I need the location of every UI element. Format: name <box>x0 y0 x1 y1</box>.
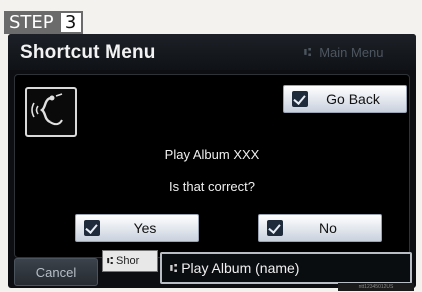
screen-header: Shortcut Menu ⑆ Main Menu <box>8 34 416 70</box>
yes-button[interactable]: Yes <box>75 214 199 242</box>
checkmark-icon <box>84 220 100 236</box>
shortcut-icon: ⑆ <box>107 255 113 267</box>
shortcut-tab-label: Shor <box>116 255 140 267</box>
step-label: STEP 3 <box>4 11 83 34</box>
shortcut-icon: ⑆ <box>170 261 178 275</box>
question-text: Is that correct? <box>169 179 255 194</box>
checkmark-icon <box>292 91 308 107</box>
step-number: 3 <box>58 11 83 34</box>
main-menu-button[interactable]: ⑆ Main Menu <box>296 40 412 64</box>
navigation-screen: Shortcut Menu ⑆ Main Menu Go Back Play A… <box>8 34 416 288</box>
voice-command-display: ⑆ Play Album (name) <box>160 252 412 284</box>
no-label: No <box>319 220 337 236</box>
cancel-button[interactable]: Cancel <box>14 258 98 286</box>
confirmation-dialog: Go Back Play Album XXX Is that correct? … <box>14 74 410 258</box>
command-text: Play Album (name) <box>181 260 300 276</box>
checkmark-icon <box>267 220 283 236</box>
main-menu-label: Main Menu <box>319 44 384 60</box>
yes-label: Yes <box>133 220 157 236</box>
go-back-button[interactable]: Go Back <box>283 85 407 113</box>
shortcut-icon: ⑆ <box>304 45 312 59</box>
shortcut-tab[interactable]: ⑆ Shor <box>102 250 158 272</box>
step-word: STEP <box>4 11 59 34</box>
screen-title: Shortcut Menu <box>20 42 156 63</box>
prompt-text: Play Album XXX <box>164 147 260 162</box>
voice-recognition-icon <box>25 87 77 137</box>
go-back-label: Go Back <box>326 91 380 107</box>
no-button[interactable]: No <box>258 214 382 242</box>
watermark-code: ntt12345012US <box>338 283 414 291</box>
